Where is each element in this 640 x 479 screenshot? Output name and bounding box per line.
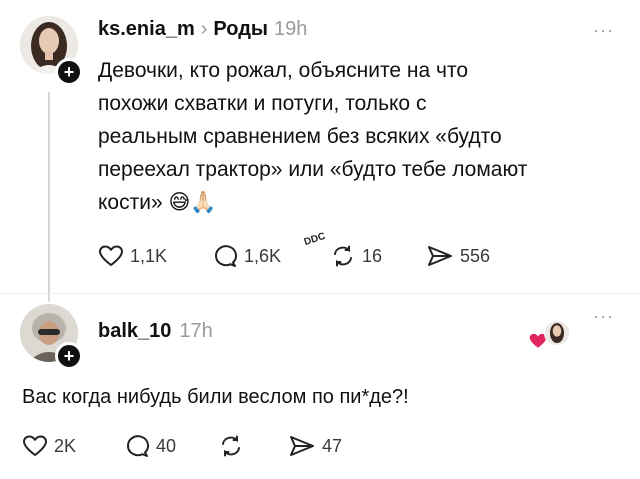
post-share-button[interactable]: 556 bbox=[426, 244, 490, 268]
repost-icon bbox=[222, 435, 240, 457]
post-last-line: кости» 😅🙏🏻 bbox=[98, 186, 623, 219]
reply-repost-button[interactable] bbox=[218, 434, 250, 458]
reply-header: balk_10 17h bbox=[98, 320, 213, 343]
reply-more-button[interactable]: ··· bbox=[593, 306, 614, 327]
reply-share-button[interactable]: 47 bbox=[288, 434, 342, 458]
like-count: 2K bbox=[54, 435, 77, 456]
post-like-button[interactable]: 1,1K bbox=[98, 244, 167, 268]
post-time: 19h bbox=[273, 18, 308, 40]
post-comment-button[interactable]: 1,6K bbox=[212, 244, 281, 268]
share-count: 556 bbox=[460, 245, 491, 266]
thread-line bbox=[48, 92, 50, 302]
watermark: DDC bbox=[302, 230, 327, 249]
post-text-line: Девочки, кто рожал, объясните на что bbox=[98, 59, 469, 82]
follow-plus-icon[interactable]: + bbox=[55, 58, 83, 86]
comment-count: 1,6K bbox=[244, 245, 282, 266]
post-community[interactable]: Роды bbox=[213, 18, 268, 41]
like-count: 1,1K bbox=[130, 245, 168, 266]
post-text-line: похожи схватки и потуги, только с bbox=[98, 92, 427, 115]
follow-plus-icon[interactable]: + bbox=[55, 342, 83, 370]
post-text-line: переехал трактор» или «будто тебе ломают bbox=[98, 158, 528, 181]
comment-count: 40 bbox=[156, 435, 177, 456]
reply-like-button[interactable]: 2K bbox=[22, 434, 76, 458]
repost-icon bbox=[334, 245, 352, 267]
heart-icon bbox=[23, 435, 47, 456]
reply-comment-button[interactable]: 40 bbox=[124, 434, 176, 458]
heart-icon bbox=[99, 245, 123, 266]
post-emoji: 😅🙏🏻 bbox=[168, 191, 217, 214]
share-icon bbox=[428, 246, 452, 266]
post-text-line: кости» bbox=[98, 191, 163, 214]
reply-time: 17h bbox=[179, 320, 213, 342]
reply-username[interactable]: balk_10 bbox=[98, 320, 171, 343]
post-more-button[interactable]: ··· bbox=[593, 20, 614, 41]
repost-count: 16 bbox=[362, 245, 383, 266]
post-body: Девочки, кто рожал, объясните на что пох… bbox=[98, 54, 623, 219]
comment-icon bbox=[127, 435, 149, 457]
post-repost-button[interactable]: 16 bbox=[330, 244, 382, 268]
breadcrumb-separator: › bbox=[200, 18, 208, 40]
post-username[interactable]: ks.enia_m bbox=[98, 18, 195, 41]
reply-body: Вас когда нибудь били веслом по пи*де?! bbox=[22, 386, 409, 408]
share-count: 47 bbox=[322, 435, 343, 456]
author-liked-indicator bbox=[528, 320, 572, 350]
post-header: ks.enia_m › Роды 19h bbox=[98, 18, 307, 41]
comment-icon bbox=[215, 245, 237, 267]
author-mini-avatar-icon bbox=[544, 320, 570, 346]
share-icon bbox=[290, 436, 314, 456]
divider bbox=[0, 293, 640, 294]
post-text-line: реальным сравнением без всяких «будто bbox=[98, 125, 502, 148]
